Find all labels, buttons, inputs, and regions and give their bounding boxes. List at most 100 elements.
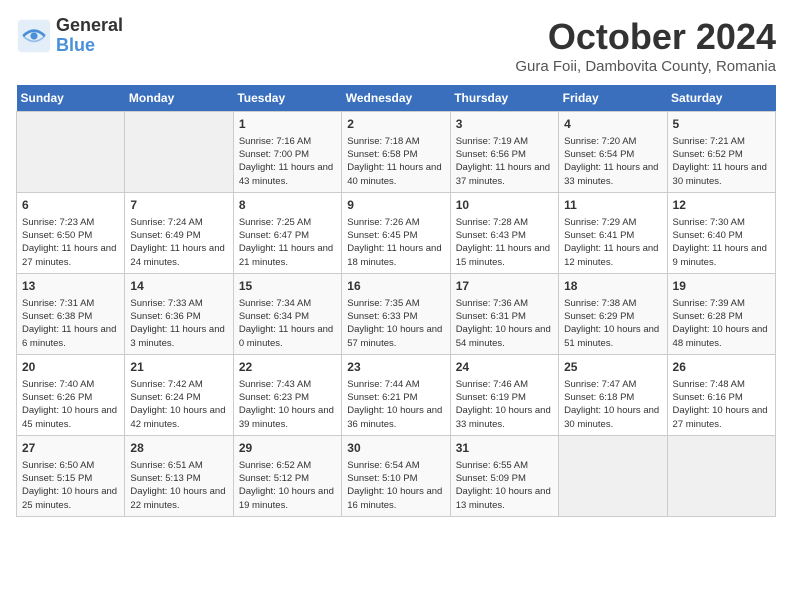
calendar-week-5: 27 Sunrise: 6:50 AM Sunset: 5:15 PM Dayli…: [17, 435, 776, 516]
calendar-header: SundayMondayTuesdayWednesdayThursdayFrid…: [17, 85, 776, 112]
page-header: General Blue October 2024 Gura Foii, Dam…: [16, 16, 776, 75]
day-number: 26: [673, 359, 770, 376]
day-number: 18: [564, 278, 661, 295]
day-number: 12: [673, 197, 770, 214]
calendar-cell: [559, 435, 667, 516]
day-info: Sunrise: 7:20 AM Sunset: 6:54 PM Dayligh…: [564, 135, 661, 188]
day-info: Sunrise: 7:19 AM Sunset: 6:56 PM Dayligh…: [456, 135, 553, 188]
day-info: Sunrise: 7:25 AM Sunset: 6:47 PM Dayligh…: [239, 216, 336, 269]
calendar-cell: 28Sunrise: 6:51 AM Sunset: 5:13 PM Dayli…: [125, 435, 233, 516]
day-info: Sunrise: 7:46 AM Sunset: 6:19 PM Dayligh…: [456, 378, 553, 431]
day-number: 29: [239, 440, 336, 457]
calendar-cell: 2Sunrise: 7:18 AM Sunset: 6:58 PM Daylig…: [342, 112, 450, 193]
calendar-week-4: 20 Sunrise: 7:40 AM Sunset: 6:26 PM Dayli…: [17, 354, 776, 435]
calendar-cell: 1 Sunrise: 7:16 AM Sunset: 7:00 PM Daylig…: [233, 112, 341, 193]
day-info: Sunrise: 7:39 AM Sunset: 6:28 PM Dayligh…: [673, 297, 770, 350]
day-number: 24: [456, 359, 553, 376]
day-info: Sunrise: 7:33 AM Sunset: 6:36 PM Dayligh…: [130, 297, 227, 350]
calendar-cell: 31Sunrise: 6:55 AM Sunset: 5:09 PM Dayli…: [450, 435, 558, 516]
calendar-cell: 20 Sunrise: 7:40 AM Sunset: 6:26 PM Dayli…: [17, 354, 125, 435]
calendar-cell: 11Sunrise: 7:29 AM Sunset: 6:41 PM Dayli…: [559, 192, 667, 273]
calendar-cell: 29 Sunrise: 6:52 AM Sunset: 5:12 PM Dayli…: [233, 435, 341, 516]
calendar-cell: 23 Sunrise: 7:44 AM Sunset: 6:21 PM Dayli…: [342, 354, 450, 435]
weekday-header-sunday: Sunday: [17, 85, 125, 112]
day-info: Sunrise: 6:50 AM Sunset: 5:15 PM Dayligh…: [22, 459, 119, 512]
day-info: Sunrise: 7:18 AM Sunset: 6:58 PM Dayligh…: [347, 135, 444, 188]
day-info: Sunrise: 7:26 AM Sunset: 6:45 PM Dayligh…: [347, 216, 444, 269]
day-info: Sunrise: 7:38 AM Sunset: 6:29 PM Dayligh…: [564, 297, 661, 350]
day-number: 15: [239, 278, 336, 295]
day-info: Sunrise: 7:40 AM Sunset: 6:26 PM Dayligh…: [22, 378, 119, 431]
day-number: 23: [347, 359, 444, 376]
day-number: 7: [130, 197, 227, 214]
calendar-cell: 27 Sunrise: 6:50 AM Sunset: 5:15 PM Dayli…: [17, 435, 125, 516]
day-info: Sunrise: 7:21 AM Sunset: 6:52 PM Dayligh…: [673, 135, 770, 188]
weekday-header-friday: Friday: [559, 85, 667, 112]
day-number: 6: [22, 197, 119, 214]
day-number: 10: [456, 197, 553, 214]
day-number: 27: [22, 440, 119, 457]
day-number: 9: [347, 197, 444, 214]
calendar-cell: 5 Sunrise: 7:21 AM Sunset: 6:52 PM Daylig…: [667, 112, 775, 193]
weekday-header-thursday: Thursday: [450, 85, 558, 112]
calendar-cell: [17, 112, 125, 193]
calendar-cell: 13Sunrise: 7:31 AM Sunset: 6:38 PM Dayli…: [17, 273, 125, 354]
calendar-cell: 18 Sunrise: 7:38 AM Sunset: 6:29 PM Dayli…: [559, 273, 667, 354]
day-number: 3: [456, 116, 553, 133]
day-number: 14: [130, 278, 227, 295]
weekday-header-tuesday: Tuesday: [233, 85, 341, 112]
calendar-cell: 21 Sunrise: 7:42 AM Sunset: 6:24 PM Dayli…: [125, 354, 233, 435]
calendar-cell: 3 Sunrise: 7:19 AM Sunset: 6:56 PM Daylig…: [450, 112, 558, 193]
calendar-cell: 26 Sunrise: 7:48 AM Sunset: 6:16 PM Dayli…: [667, 354, 775, 435]
day-number: 17: [456, 278, 553, 295]
calendar-cell: 24 Sunrise: 7:46 AM Sunset: 6:19 PM Dayli…: [450, 354, 558, 435]
title-block: October 2024 Gura Foii, Dambovita County…: [515, 16, 776, 75]
day-number: 16: [347, 278, 444, 295]
day-number: 1: [239, 116, 336, 133]
calendar-cell: 9 Sunrise: 7:26 AM Sunset: 6:45 PM Daylig…: [342, 192, 450, 273]
calendar-cell: 22Sunrise: 7:43 AM Sunset: 6:23 PM Dayli…: [233, 354, 341, 435]
calendar-week-3: 13Sunrise: 7:31 AM Sunset: 6:38 PM Dayli…: [17, 273, 776, 354]
day-info: Sunrise: 7:35 AM Sunset: 6:33 PM Dayligh…: [347, 297, 444, 350]
logo-icon: [16, 18, 52, 54]
calendar-cell: 15Sunrise: 7:34 AM Sunset: 6:34 PM Dayli…: [233, 273, 341, 354]
logo-text-line1: General: [56, 16, 123, 36]
day-number: 19: [673, 278, 770, 295]
calendar-cell: 8 Sunrise: 7:25 AM Sunset: 6:47 PM Daylig…: [233, 192, 341, 273]
calendar-cell: 7 Sunrise: 7:24 AM Sunset: 6:49 PM Daylig…: [125, 192, 233, 273]
day-info: Sunrise: 6:54 AM Sunset: 5:10 PM Dayligh…: [347, 459, 444, 512]
day-number: 5: [673, 116, 770, 133]
day-info: Sunrise: 6:52 AM Sunset: 5:12 PM Dayligh…: [239, 459, 336, 512]
day-info: Sunrise: 7:28 AM Sunset: 6:43 PM Dayligh…: [456, 216, 553, 269]
calendar-cell: 25Sunrise: 7:47 AM Sunset: 6:18 PM Dayli…: [559, 354, 667, 435]
day-info: Sunrise: 7:36 AM Sunset: 6:31 PM Dayligh…: [456, 297, 553, 350]
day-info: Sunrise: 7:44 AM Sunset: 6:21 PM Dayligh…: [347, 378, 444, 431]
calendar-table: SundayMondayTuesdayWednesdayThursdayFrid…: [16, 85, 776, 517]
logo: General Blue: [16, 16, 123, 56]
calendar-cell: [125, 112, 233, 193]
day-info: Sunrise: 7:31 AM Sunset: 6:38 PM Dayligh…: [22, 297, 119, 350]
day-info: Sunrise: 7:47 AM Sunset: 6:18 PM Dayligh…: [564, 378, 661, 431]
day-number: 8: [239, 197, 336, 214]
weekday-header-monday: Monday: [125, 85, 233, 112]
day-info: Sunrise: 7:24 AM Sunset: 6:49 PM Dayligh…: [130, 216, 227, 269]
day-number: 20: [22, 359, 119, 376]
day-number: 30: [347, 440, 444, 457]
weekday-header-saturday: Saturday: [667, 85, 775, 112]
calendar-cell: 6Sunrise: 7:23 AM Sunset: 6:50 PM Daylig…: [17, 192, 125, 273]
day-info: Sunrise: 7:43 AM Sunset: 6:23 PM Dayligh…: [239, 378, 336, 431]
calendar-cell: [667, 435, 775, 516]
calendar-cell: 4Sunrise: 7:20 AM Sunset: 6:54 PM Daylig…: [559, 112, 667, 193]
calendar-cell: 16 Sunrise: 7:35 AM Sunset: 6:33 PM Dayli…: [342, 273, 450, 354]
day-info: Sunrise: 6:55 AM Sunset: 5:09 PM Dayligh…: [456, 459, 553, 512]
day-info: Sunrise: 7:48 AM Sunset: 6:16 PM Dayligh…: [673, 378, 770, 431]
day-info: Sunrise: 7:42 AM Sunset: 6:24 PM Dayligh…: [130, 378, 227, 431]
day-info: Sunrise: 7:16 AM Sunset: 7:00 PM Dayligh…: [239, 135, 336, 188]
calendar-cell: 19 Sunrise: 7:39 AM Sunset: 6:28 PM Dayli…: [667, 273, 775, 354]
calendar-cell: 10 Sunrise: 7:28 AM Sunset: 6:43 PM Dayli…: [450, 192, 558, 273]
day-info: Sunrise: 7:30 AM Sunset: 6:40 PM Dayligh…: [673, 216, 770, 269]
day-number: 11: [564, 197, 661, 214]
weekday-header-wednesday: Wednesday: [342, 85, 450, 112]
day-info: Sunrise: 6:51 AM Sunset: 5:13 PM Dayligh…: [130, 459, 227, 512]
day-number: 21: [130, 359, 227, 376]
